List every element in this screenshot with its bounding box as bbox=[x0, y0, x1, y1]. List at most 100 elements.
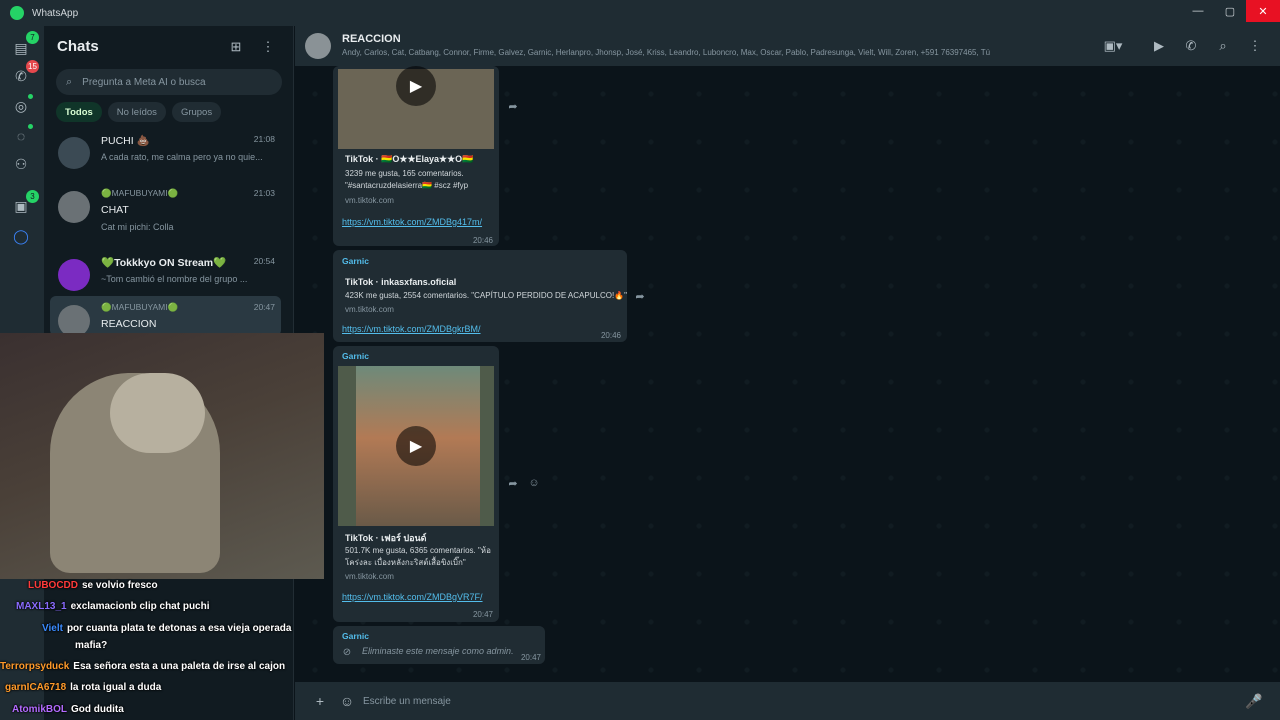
emoji-reaction-icon[interactable]: ☺ bbox=[526, 475, 542, 491]
app-name: WhatsApp bbox=[32, 7, 79, 19]
avatar bbox=[58, 137, 90, 169]
group-avatar[interactable] bbox=[305, 33, 331, 59]
conversation-panel: REACCION Andy, Carlos, Cat, Catbang, Con… bbox=[295, 26, 1280, 720]
message-composer: + ☺ 🎤 bbox=[295, 682, 1280, 720]
menu-icon[interactable]: ⋮ bbox=[259, 38, 277, 56]
message-input[interactable] bbox=[363, 691, 1223, 711]
menu-icon[interactable]: ⋮ bbox=[1246, 37, 1264, 55]
chat-name: CHAT bbox=[101, 204, 129, 216]
search-bar[interactable]: ⌕ bbox=[56, 69, 282, 95]
filter-all[interactable]: Todos bbox=[56, 102, 102, 122]
filter-unread[interactable]: No leídos bbox=[107, 102, 166, 122]
message-sender[interactable]: Garnic bbox=[342, 256, 369, 266]
message-bubble[interactable]: Garnic ⊘ Eliminaste este mensaje como ad… bbox=[333, 626, 545, 664]
message-sender[interactable]: Garnic bbox=[342, 351, 369, 361]
filter-chips: Todos No leídos Grupos bbox=[56, 102, 222, 122]
forward-icon[interactable]: ➦ bbox=[505, 98, 521, 114]
forward-icon[interactable]: ➦ bbox=[632, 288, 648, 304]
webcam-overlay bbox=[0, 333, 324, 579]
chat-time: 21:03 bbox=[253, 188, 275, 198]
voice-call-icon[interactable]: ✆ bbox=[1182, 37, 1200, 55]
minimize-button[interactable]: — bbox=[1182, 0, 1214, 22]
status-icon[interactable]: ◎ bbox=[11, 96, 31, 116]
filter-groups[interactable]: Grupos bbox=[171, 102, 222, 122]
avatar bbox=[58, 191, 90, 223]
stream-chat-message: LUBOCDD se volvio fresco bbox=[28, 580, 158, 591]
participant-avatar-dropdown[interactable]: ▣▾ bbox=[1101, 37, 1125, 55]
chat-name: PUCHI 💩 bbox=[101, 135, 150, 147]
link-description: 423K me gusta, 2554 comentarios. "CAPÍTU… bbox=[345, 291, 627, 300]
archive-badge: 3 bbox=[26, 190, 39, 203]
link-title: TikTok · 🇧🇴O★★Elaya★★O🇧🇴 bbox=[345, 154, 474, 164]
forward-icon[interactable]: ➦ bbox=[505, 475, 521, 491]
deleted-message: Eliminaste este mensaje como admin. bbox=[362, 646, 514, 656]
whatsapp-logo-icon bbox=[10, 6, 24, 20]
mic-icon[interactable]: 🎤 bbox=[1245, 692, 1263, 710]
play-icon[interactable]: ▶ bbox=[396, 426, 436, 466]
play-icon[interactable]: ▶ bbox=[396, 66, 436, 106]
chat-time: 20:54 bbox=[253, 256, 275, 266]
link-title: TikTok · inkasxfans.oficial bbox=[345, 277, 457, 287]
calls-badge: 15 bbox=[26, 60, 39, 73]
link-description: 501.7K me gusta, 6365 comentarios. "ห้อ … bbox=[345, 546, 491, 567]
link-description: 3239 me gusta, 165 comentarios. "#santac… bbox=[345, 169, 469, 190]
chat-name: 💚Tokkkyo ON Stream💚 bbox=[101, 257, 227, 269]
group-members: Andy, Carlos, Cat, Catbang, Connor, Firm… bbox=[342, 48, 991, 57]
new-chat-icon[interactable]: ⊞ bbox=[227, 38, 245, 56]
chats-badge: 7 bbox=[26, 31, 39, 44]
chat-preview: ~Tom cambió el nombre del grupo ... bbox=[101, 274, 248, 284]
chat-community: 🟢MAFUBUYAMI🟢 bbox=[101, 188, 179, 198]
message-sender[interactable]: Garnic bbox=[342, 631, 369, 641]
message-time: 20:47 bbox=[472, 610, 493, 619]
stream-chat-message: MAXL13_1 exclamacionb clip chat puchi bbox=[16, 601, 210, 612]
chat-preview: Cat mi pichi: Colla bbox=[101, 222, 174, 232]
link-domain: vm.tiktok.com bbox=[345, 572, 394, 581]
chat-preview: A cada rato, me calma pero ya no quie... bbox=[101, 152, 263, 162]
stream-chat-message: Vielt por cuanta plata te detonas a esa v… bbox=[42, 623, 292, 634]
chat-row-puchi[interactable]: PUCHI 💩 21:08 A cada rato, me calma pero… bbox=[50, 128, 281, 180]
search-icon[interactable]: ⌕ bbox=[1214, 37, 1232, 55]
message-link[interactable]: https://vm.tiktok.com/ZMDBg417m/ bbox=[342, 216, 494, 229]
stream-chat-message: mafia? bbox=[75, 640, 108, 651]
search-icon: ⌕ bbox=[66, 75, 73, 88]
search-input[interactable] bbox=[82, 76, 273, 88]
message-time: 20:47 bbox=[520, 653, 541, 662]
stream-chat-overlay: LUBOCDD se volvio fresco MAXL13_1 exclamac… bbox=[0, 579, 324, 720]
video-call-icon[interactable]: ▶ bbox=[1150, 37, 1168, 55]
message-bubble[interactable]: ▶ TikTok · 🇧🇴O★★Elaya★★O🇧🇴 3239 me gusta… bbox=[333, 66, 499, 246]
chat-header[interactable]: REACCION Andy, Carlos, Cat, Catbang, Con… bbox=[295, 26, 1280, 66]
emoji-icon[interactable]: ☺ bbox=[338, 692, 356, 710]
communities-icon[interactable]: ⚇ bbox=[11, 154, 31, 174]
stream-chat-message: AtomikBOL God dudita bbox=[12, 704, 124, 715]
chat-row-reaccion[interactable]: 🟢MAFUBUYAMI🟢 REACCION 20:47 bbox=[50, 296, 281, 337]
message-bubble[interactable]: Garnic ▶ TikTok · เฟอร์ ปอนด์ 501.7K me … bbox=[333, 346, 499, 622]
message-link[interactable]: https://vm.tiktok.com/ZMDBgkrBM/ bbox=[342, 324, 481, 334]
link-domain: vm.tiktok.com bbox=[345, 305, 394, 314]
window-controls: — ▢ ✕ bbox=[1182, 0, 1280, 22]
link-title: TikTok · เฟอร์ ปอนด์ bbox=[345, 533, 427, 543]
chat-community: 🟢MAFUBUYAMI🟢 bbox=[101, 302, 179, 312]
deleted-icon: ⊘ bbox=[342, 646, 352, 658]
channels-icon[interactable]: ◌ bbox=[11, 126, 31, 146]
channels-dot bbox=[28, 124, 33, 129]
close-button[interactable]: ✕ bbox=[1246, 0, 1280, 22]
chat-row-chat[interactable]: 🟢MAFUBUYAMI🟢 CHAT 21:03 Cat mi pichi: Co… bbox=[50, 182, 281, 234]
streamer-head bbox=[110, 373, 205, 453]
meta-ai-icon[interactable]: ◯ bbox=[11, 226, 31, 246]
message-time: 20:46 bbox=[472, 236, 493, 245]
maximize-button[interactable]: ▢ bbox=[1214, 0, 1246, 22]
message-link[interactable]: https://vm.tiktok.com/ZMDBgVR7F/ bbox=[342, 591, 494, 604]
link-domain: vm.tiktok.com bbox=[345, 196, 394, 205]
chat-time: 21:08 bbox=[253, 134, 275, 144]
message-bubble[interactable]: Garnic TikTok · inkasxfans.oficial 423K … bbox=[333, 250, 627, 342]
avatar bbox=[58, 259, 90, 291]
stream-chat-message: garnICA6718 la rota igual a duda bbox=[5, 682, 162, 693]
chats-title: Chats bbox=[57, 38, 99, 55]
message-time: 20:46 bbox=[600, 331, 621, 340]
group-name: REACCION bbox=[342, 33, 401, 45]
stream-chat-message: Terrorpsyduck Esa señora esta a una palet… bbox=[0, 661, 286, 672]
chat-row-tokkkyo[interactable]: 💚Tokkkyo ON Stream💚 20:54 ~Tom cambió el… bbox=[50, 250, 281, 302]
chat-name: REACCION bbox=[101, 318, 157, 330]
chat-time: 20:47 bbox=[253, 302, 275, 312]
window-titlebar: WhatsApp — ▢ ✕ bbox=[0, 0, 1280, 26]
